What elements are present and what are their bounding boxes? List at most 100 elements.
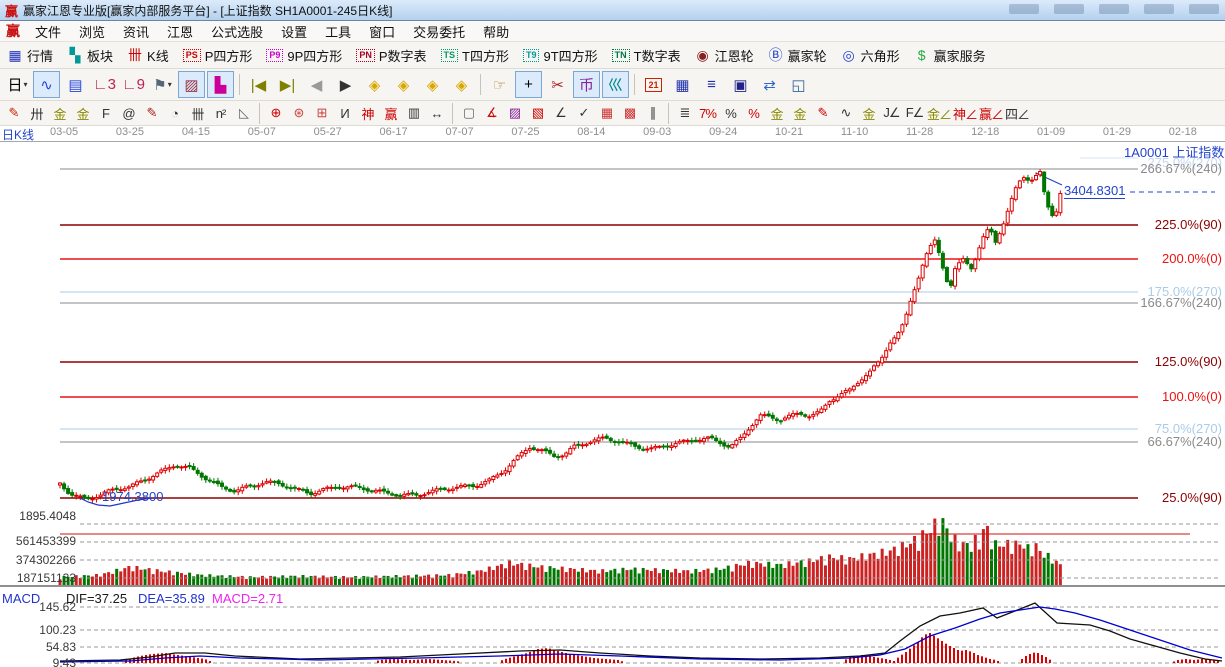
toolbar-quotes-button[interactable]: ▦ 行情 [0,44,60,67]
percent-7-button[interactable]: 7% [697,103,718,123]
speed-resistance-button[interactable]: И [334,103,355,123]
crosshair-button[interactable]: + [515,71,542,98]
spiral-button[interactable]: @ [118,103,139,123]
angle-si-button[interactable]: 四∠ [1005,103,1030,123]
menu-item-1[interactable]: 浏览 [70,21,114,42]
mirror-angle-button[interactable]: ◺ [233,103,254,123]
toolbar-t-square-button[interactable]: TS T四方形 [434,44,516,67]
volume-profile-toggle-button[interactable]: ▙ [207,71,234,98]
curve-overlay-toggle-button[interactable]: ∿ [33,71,60,98]
date-tick: 02-18 [1168,126,1197,138]
info-panel-button[interactable]: ▤ [62,71,89,98]
ruler-123-button[interactable]: ▥ [403,103,424,123]
menu-item-8[interactable]: 交易委托 [404,21,474,42]
calendar-21-button[interactable]: 21 [640,71,667,98]
toolbar-gann-wheel-button[interactable]: ◉ 江恩轮 [688,44,761,67]
gold-circle-button[interactable]: 金 [766,103,787,123]
diamond-shift-left-button[interactable]: ◈ [361,71,388,98]
toolbar-label: 行情 [27,48,54,64]
angle-j-button[interactable]: J∠ [881,103,902,123]
angle-f-button[interactable]: F∠ [904,103,925,123]
angle-gold-button[interactable]: 金∠ [927,103,952,123]
wave-tool-toggle-button[interactable]: 巛 [602,71,629,98]
toolbar-sectors-button[interactable]: ▚ 板块 [60,44,120,67]
calculator-button[interactable]: ▦ [669,71,696,98]
diamond-shift-right-icon: ◈ [397,76,410,94]
box-frame-button[interactable]: ▢ [458,103,479,123]
gold-lines-button[interactable]: 金 [789,103,810,123]
measure-button[interactable]: ✂ [544,71,571,98]
flag-marker-dropdown-button[interactable]: ⚑ ▾ [149,71,176,98]
check-angle-button[interactable]: ✓ [573,103,594,123]
go-first-button[interactable]: |◀ [245,71,272,98]
draw-pen-button[interactable]: ✎ [3,103,24,123]
percent-button[interactable]: % [720,103,741,123]
ruler-f-button[interactable]: F [95,103,116,123]
web-grid-button[interactable]: ⊞ [311,103,332,123]
menu-item-4[interactable]: 公式选股 [202,21,272,42]
toolbar-hexagon-button[interactable]: ◎ 六角形 [834,44,907,67]
trend-angle-button[interactable]: ∠ [550,103,571,123]
time-cycle-button[interactable]: ◔ [164,103,185,123]
gann-fan-button[interactable]: ∡ [481,103,502,123]
chart-panel[interactable]: 1A0001 上证指数 275.0%(270) 3404.8301 1974.3… [0,142,1225,667]
diamond-shift-right-button[interactable]: ◈ [390,71,417,98]
page-next-button[interactable]: ▶ [332,71,359,98]
toolbar-kline-button[interactable]: 卌 K线 [120,44,176,67]
percent-line-button[interactable]: % [743,103,764,123]
angle-ying-button[interactable]: 赢∠ [979,103,1004,123]
toolbar-winner-service-button[interactable]: $ 赢家服务 [907,44,993,67]
toolbar-p-number-table-button[interactable]: PN P数字表 [349,44,433,67]
fan-box-red-button[interactable]: ▧ [527,103,548,123]
draw-pen-icon: ✎ [8,105,20,120]
send-network-button[interactable]: ⇄ [756,71,783,98]
target-circle-button[interactable]: ⊕ [265,103,286,123]
parallel-lines-button[interactable]: ∥ [642,103,663,123]
page-prev-button[interactable]: ◀ [303,71,330,98]
grid-red-2-button[interactable]: ▩ [619,103,640,123]
pan-hand-button[interactable]: ☞ [486,71,513,98]
ruler-comb-button[interactable]: 卅 [26,103,47,123]
gold-comb-2-button[interactable]: 金 [72,103,93,123]
period-day-dropdown-button[interactable]: 日 ▾ [4,71,31,98]
menu-item-0[interactable]: 文件 [26,21,70,42]
pattern-overlay-toggle-button[interactable]: ▨ [178,71,205,98]
menu-item-2[interactable]: 资讯 [114,21,158,42]
toolbar-t-number-table-button[interactable]: TN T数字表 [605,44,688,67]
gann-tool-toggle-button[interactable]: 币 [573,71,600,98]
remote-desktop-button[interactable]: ◱ [785,71,812,98]
menu-item-9[interactable]: 帮助 [474,21,518,42]
span-arrow-button[interactable]: ↔ [426,103,447,123]
menu-item-5[interactable]: 设置 [272,21,316,42]
toolbar-winner-wheel-button[interactable]: Ⓑ 赢家轮 [761,44,834,67]
shen-tool-button[interactable]: 神 [357,103,378,123]
ruler-scale-icon: ≣ [679,105,691,120]
grid-red-button[interactable]: ▦ [596,103,617,123]
angle-shen-button[interactable]: 神∠ [953,103,978,123]
pencil-red-button[interactable]: ✎ [812,103,833,123]
ruler-comb-3-button[interactable]: 卌 [187,103,208,123]
steps-9-button[interactable]: ∟9 [120,71,147,98]
wave-line-button[interactable]: ∿ [835,103,856,123]
toolbar-9p-square-button[interactable]: P9 9P四方形 [259,44,349,67]
steps-3-button[interactable]: ∟3 [91,71,118,98]
menu-item-7[interactable]: 窗口 [360,21,404,42]
n-squared-button[interactable]: n² [210,103,231,123]
toolbar-9t-square-button[interactable]: T9 9T四方形 [516,44,605,67]
diamond-compress-button[interactable]: ◈ [448,71,475,98]
diamond-expand-button[interactable]: ◈ [419,71,446,98]
menu-item-3[interactable]: 江恩 [158,21,202,42]
save-button[interactable]: ▣ [727,71,754,98]
marker-pen-button[interactable]: ✎ [141,103,162,123]
web-star-button[interactable]: ⊛ [288,103,309,123]
ying-tool-button[interactable]: 赢 [380,103,401,123]
fan-box-purple-button[interactable]: ▨ [504,103,525,123]
gold-comb-button[interactable]: 金 [49,103,70,123]
notes-button[interactable]: ≡ [698,71,725,98]
gold-underline-button[interactable]: 金 [858,103,879,123]
ruler-scale-button[interactable]: ≣ [674,103,695,123]
toolbar-p-square-button[interactable]: PS P四方形 [176,44,260,67]
go-last-button[interactable]: ▶| [274,71,301,98]
menu-item-6[interactable]: 工具 [316,21,360,42]
kline-chart-canvas[interactable] [0,142,1225,667]
